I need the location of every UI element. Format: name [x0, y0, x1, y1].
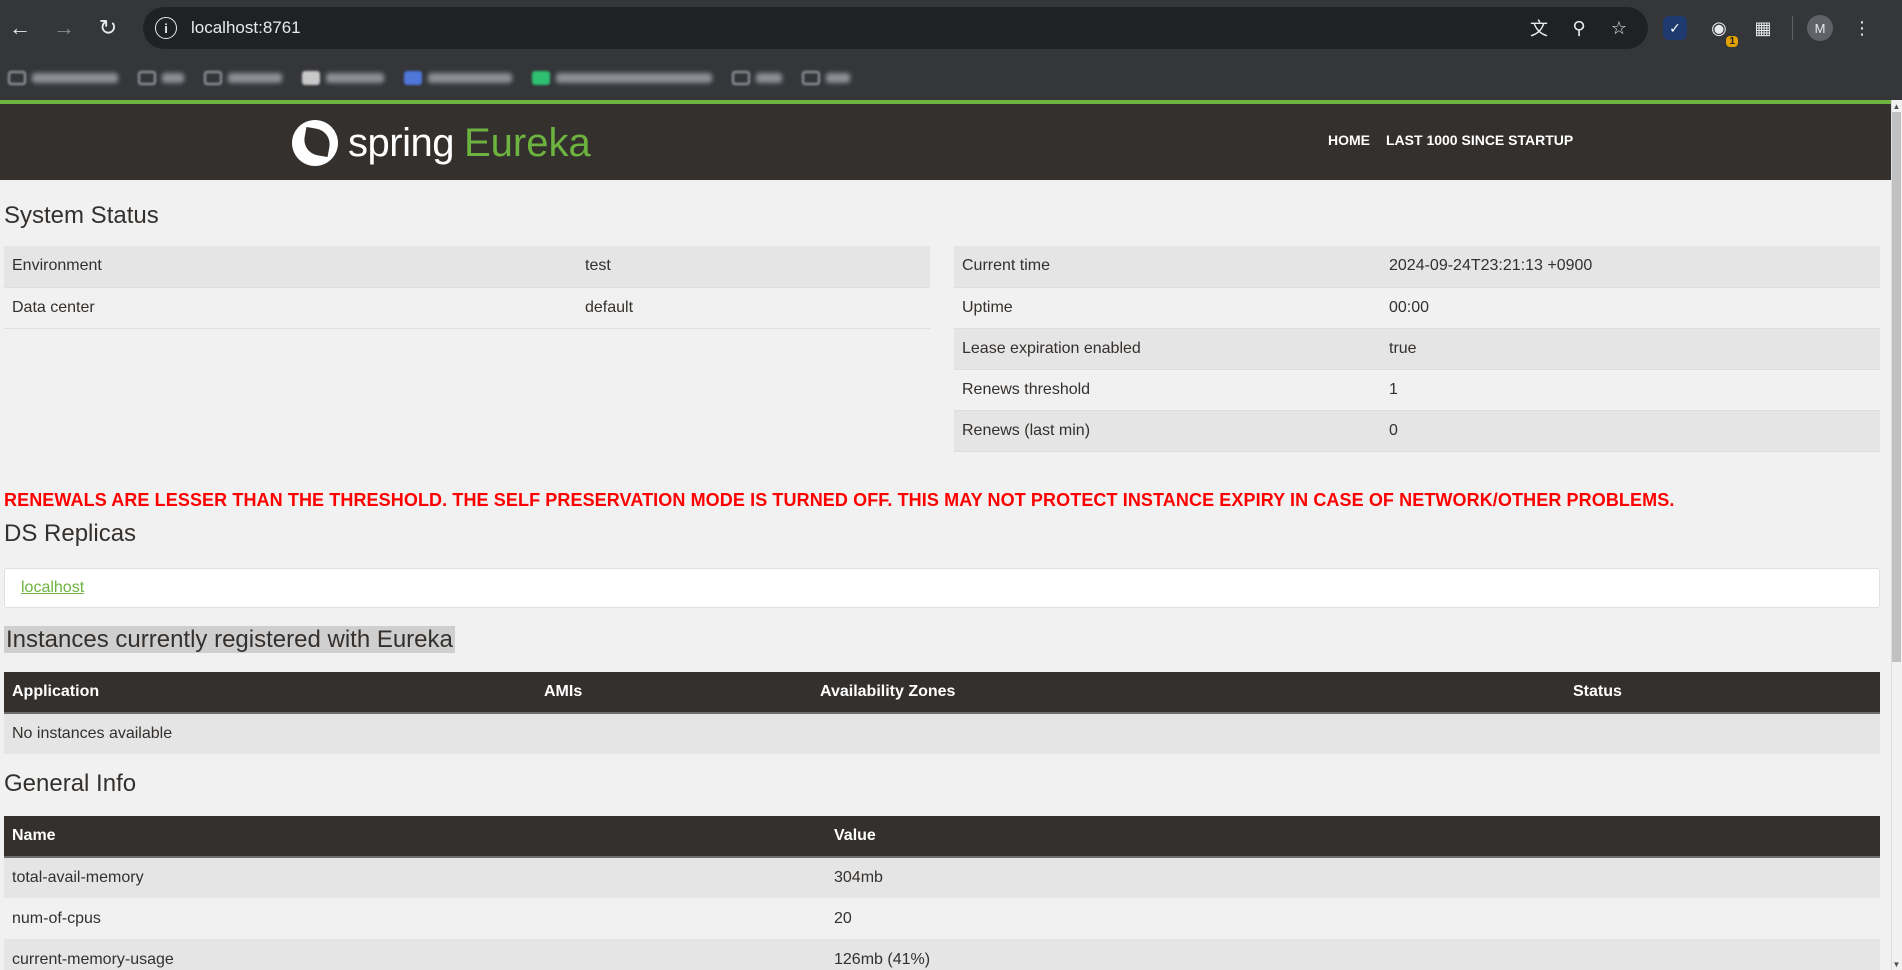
logo-spring-text: spring	[348, 120, 454, 165]
folder-icon	[8, 71, 26, 85]
bookmark-item[interactable]	[404, 71, 512, 85]
scroll-up-icon[interactable]: ▲	[1891, 100, 1902, 112]
table-row: current-memory-usage 126mb (41%)	[4, 939, 1880, 970]
bookmark-item[interactable]	[302, 71, 384, 85]
info-name: current-memory-usage	[4, 939, 826, 970]
status-row: Renews threshold 1	[954, 369, 1880, 411]
menu-kebab-icon[interactable]: ⋮	[1847, 13, 1877, 43]
page-icon	[302, 71, 320, 85]
toolbar-separator	[1792, 16, 1793, 40]
table-row: num-of-cpus 20	[4, 898, 1880, 939]
system-status-left-table: Environment test Data center default	[4, 246, 930, 329]
status-value: 1	[1381, 369, 1880, 411]
nav-home-link[interactable]: HOME	[1328, 132, 1370, 148]
spring-leaf-icon	[292, 120, 338, 166]
status-row: Current time 2024-09-24T23:21:13 +0900	[954, 246, 1880, 288]
status-row: Uptime 00:00	[954, 287, 1880, 329]
back-icon[interactable]: ←	[0, 8, 40, 48]
instances-header-row: Application AMIs Availability Zones Stat…	[4, 672, 1880, 714]
status-value: test	[577, 246, 930, 288]
instances-table: Application AMIs Availability Zones Stat…	[4, 672, 1880, 754]
general-info-title: General Info	[4, 770, 137, 797]
translate-icon[interactable]: 文	[1524, 13, 1554, 43]
status-row: Renews (last min) 0	[954, 410, 1880, 452]
info-value: 304mb	[826, 857, 1880, 898]
scroll-down-icon[interactable]: ▼	[1891, 958, 1902, 970]
browser-toolbar: ← → ↻ i localhost:8761 文 ⚲ ☆ ✓ ◉ 1 ▦ M ⋮	[0, 0, 1902, 56]
status-value: 0	[1381, 410, 1880, 452]
info-name: num-of-cpus	[4, 898, 826, 939]
scroll-thumb[interactable]	[1892, 112, 1901, 662]
eureka-navbar: spring Eureka HOME LAST 1000 SINCE START…	[0, 104, 1891, 180]
bookmark-item[interactable]	[732, 71, 782, 85]
info-value: 20	[826, 898, 1880, 939]
status-label: Current time	[954, 246, 1381, 288]
status-value: 2024-09-24T23:21:13 +0900	[1381, 246, 1880, 288]
column-header: Status	[1565, 672, 1880, 714]
address-url[interactable]: localhost:8761	[191, 18, 301, 38]
extensions-puzzle-icon[interactable]: ▦	[1748, 13, 1778, 43]
status-row: Environment test	[4, 246, 930, 288]
extension-badge: 1	[1726, 36, 1738, 47]
status-value: true	[1381, 328, 1880, 370]
extension-translate-icon[interactable]: ◉ 1	[1704, 13, 1738, 47]
folder-icon	[204, 71, 222, 85]
forward-icon[interactable]: →	[44, 8, 84, 48]
table-row: total-avail-memory 304mb	[4, 857, 1880, 898]
nav-last-1000-link[interactable]: LAST 1000 SINCE STARTUP	[1386, 132, 1573, 148]
spring-eureka-logo[interactable]: spring Eureka	[292, 120, 591, 166]
profile-avatar[interactable]: M	[1807, 15, 1833, 41]
bookmark-star-icon[interactable]: ☆	[1604, 13, 1634, 43]
status-label: Renews threshold	[954, 369, 1381, 411]
self-preservation-warning: RENEWALS ARE LESSER THAN THE THRESHOLD. …	[4, 490, 1675, 510]
status-value: default	[577, 287, 930, 329]
system-status-right-table: Current time 2024-09-24T23:21:13 +0900 U…	[954, 246, 1880, 452]
bookmark-item[interactable]	[532, 71, 712, 85]
column-header: Value	[826, 816, 1880, 858]
info-value: 126mb (41%)	[826, 939, 1880, 970]
status-label: Uptime	[954, 287, 1381, 329]
ds-replicas-title: DS Replicas	[4, 520, 137, 547]
info-name: total-avail-memory	[4, 857, 826, 898]
ds-replicas-box: localhost	[4, 568, 1880, 608]
bookmark-item[interactable]	[204, 71, 282, 85]
logo-eureka-text: Eureka	[463, 120, 591, 165]
no-instances-text: No instances available	[4, 713, 1880, 754]
page-icon	[404, 71, 422, 85]
extension-check-icon[interactable]: ✓	[1660, 13, 1690, 43]
page-scrollbar[interactable]: ▲ ▼	[1891, 100, 1902, 970]
zoom-icon[interactable]: ⚲	[1564, 13, 1594, 43]
replica-link-localhost[interactable]: localhost	[21, 579, 84, 597]
bookmark-item[interactable]	[802, 71, 850, 85]
bookmarks-bar	[0, 56, 1902, 100]
system-status-title: System Status	[4, 202, 159, 229]
site-info-icon[interactable]: i	[155, 17, 177, 39]
folder-icon	[138, 71, 156, 85]
column-header: Availability Zones	[812, 672, 1565, 714]
folder-icon	[802, 71, 820, 85]
bookmark-item[interactable]	[138, 71, 184, 85]
column-header: Name	[4, 816, 826, 858]
status-row: Data center default	[4, 287, 930, 329]
status-row: Lease expiration enabled true	[954, 328, 1880, 370]
page-icon	[532, 71, 550, 85]
reload-icon[interactable]: ↻	[88, 8, 128, 48]
status-label: Environment	[4, 246, 577, 288]
general-info-table: Name Value total-avail-memory 304mb num-…	[4, 816, 1880, 970]
column-header: Application	[4, 672, 536, 714]
bookmark-item[interactable]	[8, 71, 118, 85]
status-label: Data center	[4, 287, 577, 329]
column-header: AMIs	[536, 672, 812, 714]
status-label: Lease expiration enabled	[954, 328, 1381, 370]
folder-icon	[732, 71, 750, 85]
page-viewport: spring Eureka HOME LAST 1000 SINCE START…	[0, 100, 1902, 970]
table-row: No instances available	[4, 713, 1880, 754]
instances-title-wrap: Instances currently registered with Eure…	[4, 626, 455, 654]
status-value: 00:00	[1381, 287, 1880, 329]
general-info-header-row: Name Value	[4, 816, 1880, 858]
address-bar[interactable]: i localhost:8761 文 ⚲ ☆	[143, 7, 1648, 49]
instances-title: Instances currently registered with Eure…	[4, 626, 455, 653]
status-label: Renews (last min)	[954, 410, 1381, 452]
